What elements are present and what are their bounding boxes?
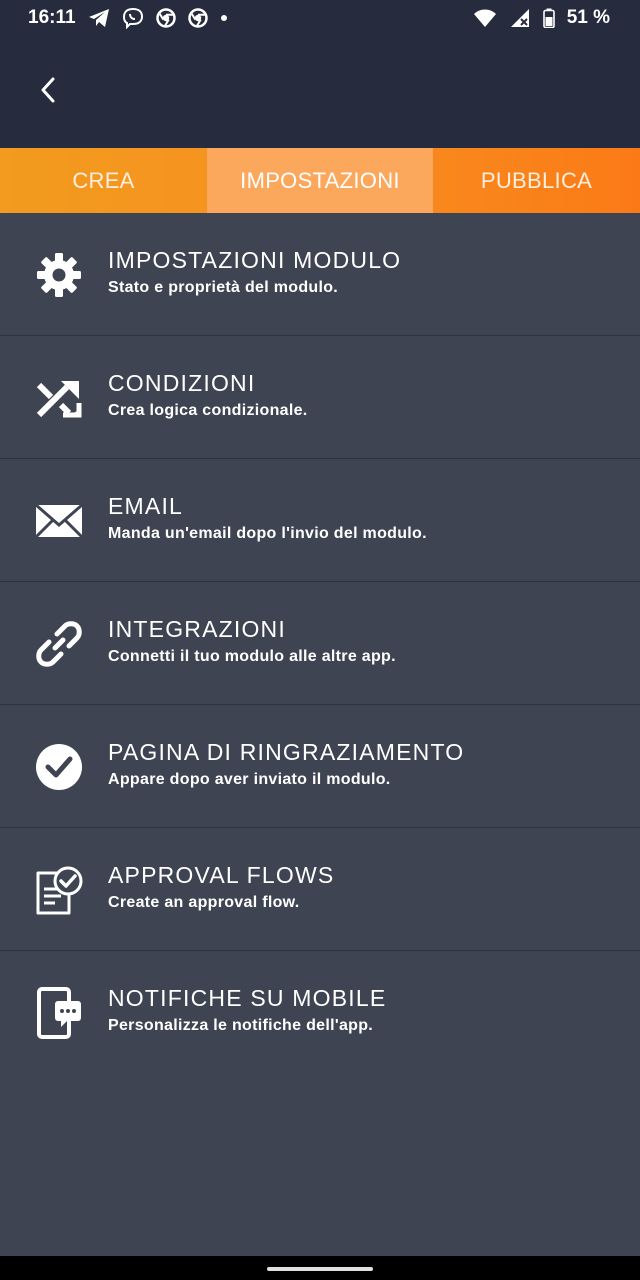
menu-item-subtitle: Stato e proprietà del modulo. [108,279,339,296]
menu-item-title: EMAIL [108,493,184,519]
viber-icon [122,7,144,29]
tab-bar: CREA IMPOSTAZIONI PUBBLICA [0,148,640,213]
menu-item-subtitle: Manda un'email dopo l'invio del modulo. [108,525,427,542]
tab-label: CREA [72,167,135,193]
menu-item-title: INTEGRAZIONI [108,616,286,642]
check-circle-icon [34,742,84,792]
menu-item-subtitle: Connetti il tuo modulo alle altre app. [108,648,396,665]
tab-label: PUBBLICA [480,167,593,193]
signal-icon [509,8,531,28]
menu-item-text: EMAIL Manda un'email dopo l'invio del mo… [108,493,427,544]
tab-label: IMPOSTAZIONI [240,167,400,193]
tab-pubblica[interactable]: PUBBLICA [433,148,640,213]
chevron-left-icon [39,77,57,108]
menu-item-pagina-di-ringraziamento[interactable]: PAGINA DI RINGRAZIAMENTO Appare dopo ave… [0,705,640,828]
status-time: 16:11 [28,7,76,28]
shuffle-icon [34,373,84,423]
battery-icon [542,8,555,28]
mobile-notification-icon [34,987,84,1039]
menu-item-condizioni[interactable]: CONDIZIONI Crea logica condizionale. [0,336,640,459]
envelope-icon [34,496,84,546]
menu-item-approval-flows[interactable]: APPROVAL FLOWS Create an approval flow. [0,828,640,951]
back-button[interactable] [30,74,66,110]
menu-item-title: CONDIZIONI [108,370,256,396]
home-gesture-handle[interactable] [267,1267,373,1271]
battery-percentage: 51 % [566,7,610,28]
tab-crea[interactable]: CREA [0,148,207,213]
app-header [0,36,640,148]
status-left: 16:11 [28,7,228,29]
tab-impostazioni[interactable]: IMPOSTAZIONI [207,148,433,213]
menu-item-subtitle: Personalizza le notifiche dell'app. [108,1017,374,1034]
telegram-icon [88,8,110,28]
menu-item-notifiche-su-mobile[interactable]: NOTIFICHE SU MOBILE Personalizza le noti… [0,951,640,1074]
gear-icon [34,250,84,300]
document-check-icon [34,865,84,915]
status-right: 51 % [473,7,610,29]
menu-item-subtitle: Appare dopo aver inviato il modulo. [108,771,391,788]
chrome-icon [155,8,176,28]
menu-item-text: PAGINA DI RINGRAZIAMENTO Appare dopo ave… [108,739,464,790]
menu-item-title: PAGINA DI RINGRAZIAMENTO [108,739,465,765]
menu-item-title: IMPOSTAZIONI MODULO [108,247,402,273]
menu-item-text: CONDIZIONI Crea logica condizionale. [108,370,308,421]
system-nav-bar [0,1256,640,1280]
link-icon [34,619,84,669]
menu-item-impostazioni-modulo[interactable]: IMPOSTAZIONI MODULO Stato e proprietà de… [0,213,640,336]
menu-item-integrazioni[interactable]: INTEGRAZIONI Connetti il tuo modulo alle… [0,582,640,705]
menu-item-text: NOTIFICHE SU MOBILE Personalizza le noti… [108,985,386,1036]
dot-icon [220,14,228,22]
settings-menu: IMPOSTAZIONI MODULO Stato e proprietà de… [0,213,640,1074]
wifi-icon [473,8,497,28]
menu-item-text: APPROVAL FLOWS Create an approval flow. [108,862,334,913]
menu-item-title: APPROVAL FLOWS [108,862,335,888]
menu-item-text: IMPOSTAZIONI MODULO Stato e proprietà de… [108,247,401,298]
status-bar: 16:11 51 % [0,0,640,36]
chrome-icon [187,8,208,28]
menu-item-email[interactable]: EMAIL Manda un'email dopo l'invio del mo… [0,459,640,582]
menu-item-title: NOTIFICHE SU MOBILE [108,985,387,1011]
menu-item-subtitle: Create an approval flow. [108,894,300,911]
menu-item-subtitle: Crea logica condizionale. [108,402,308,419]
menu-item-text: INTEGRAZIONI Connetti il tuo modulo alle… [108,616,396,667]
